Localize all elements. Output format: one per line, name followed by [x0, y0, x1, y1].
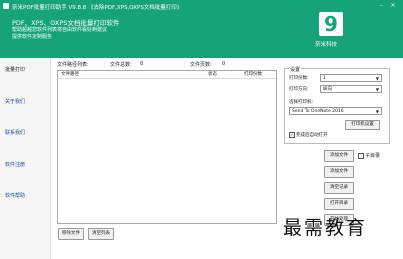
column-header-path[interactable]: 文件路径 [61, 71, 79, 78]
remove-file-button[interactable]: 移除文件 [58, 228, 84, 240]
sidebar-item-register[interactable]: 软件注册 [5, 161, 25, 168]
title-bar: 奈米PDF批量打印助手 V9.8.8 《去除PDF,XPS,OXPS文档批量打印… [3, 2, 403, 12]
copies-label: 打印份数: [289, 76, 309, 81]
sidebar-item-contact[interactable]: 联系我们 [5, 129, 25, 136]
chevron-down-icon: ▼ [375, 87, 379, 92]
minimize-button[interactable]: – [377, 2, 385, 10]
close-button[interactable]: × [389, 2, 397, 10]
settings-legend: 设置 [289, 66, 302, 73]
brand-logo: 9 [319, 12, 343, 36]
chevron-down-icon: ▼ [375, 109, 379, 114]
column-header-status[interactable]: 状态 [208, 71, 217, 78]
banner-line-1: PDF、XPS、OXPS文档批量打印软件 [12, 19, 120, 27]
file-list-label: 文件路径列表: [57, 62, 89, 68]
app-header: 奈米PDF批量打印助手 V9.8.8 《去除PDF,XPS,OXPS文档批量打印… [0, 0, 403, 58]
copies-select[interactable]: 1 ▼ [320, 74, 382, 82]
file-count-value: 0 [140, 61, 144, 67]
sidebar-item-help[interactable]: 软件帮助 [5, 192, 25, 199]
chevron-down-icon: ▼ [375, 76, 379, 81]
window-title: 奈米PDF批量打印助手 V9.8.8 《去除PDF,XPS,OXPS文档批量打印… [12, 5, 183, 11]
printer-settings-button[interactable]: 打印机设置 [345, 120, 380, 130]
add-folder-button[interactable]: 添加文件 [324, 166, 354, 178]
watermark-text: 最需教育 [283, 217, 368, 239]
sidebar: 批量打印 关于我们 联系我们 软件注册 软件帮助 [0, 58, 51, 259]
page-count-label: 文件页数: [190, 62, 212, 68]
window-controls: – × [375, 2, 397, 10]
auto-open-label: 完成后自动打开 [296, 133, 328, 138]
subfolder-checkbox[interactable] [358, 153, 364, 159]
header-divider [58, 78, 276, 79]
direction-label: 打印方向: [289, 87, 309, 92]
clear-record-button[interactable]: 清空记录 [324, 182, 354, 194]
banner-line-2: 帮助超越您软件列表将自由软件看好到建议 [12, 27, 108, 33]
banner-line-3: 提供软件定制服务 [12, 34, 53, 40]
add-file-button[interactable]: 添加文件 [324, 150, 354, 162]
banner-text: PDF、XPS、OXPS文档批量打印软件 帮助超越您软件列表将自由软件看好到建议… [12, 20, 119, 41]
direction-select[interactable]: 纵向 ▼ [320, 85, 382, 93]
file-count-label: 文件总数: [110, 62, 132, 68]
open-folder-button[interactable]: 打开目录 [324, 198, 354, 210]
app-icon [3, 3, 9, 9]
page-count-value: 0 [222, 61, 226, 67]
copies-value: 1 [323, 76, 326, 81]
sidebar-heading: 批量打印 [5, 67, 26, 73]
subfolder-label: 子目录 [365, 153, 381, 159]
direction-value: 纵向 [323, 87, 332, 92]
clear-list-button[interactable]: 清空列表 [88, 228, 114, 240]
column-header-copies[interactable]: 打印份数 [244, 71, 262, 78]
brand-name: 奈米科技 [315, 42, 338, 48]
printer-value: Send To OneNote 2016 [292, 109, 344, 114]
auto-open-checkbox[interactable]: ✓ [289, 132, 295, 138]
settings-panel: 设置 打印份数: 1 ▼ 打印方向: 纵向 ▼ 选择打印机: Send To O… [284, 66, 390, 144]
printer-label: 选择打印机: [289, 100, 314, 105]
file-table[interactable]: 文件路径 状态 打印份数 [57, 70, 277, 224]
sidebar-item-about[interactable]: 关于我们 [5, 98, 25, 105]
printer-select[interactable]: Send To OneNote 2016 ▼ [289, 107, 382, 115]
